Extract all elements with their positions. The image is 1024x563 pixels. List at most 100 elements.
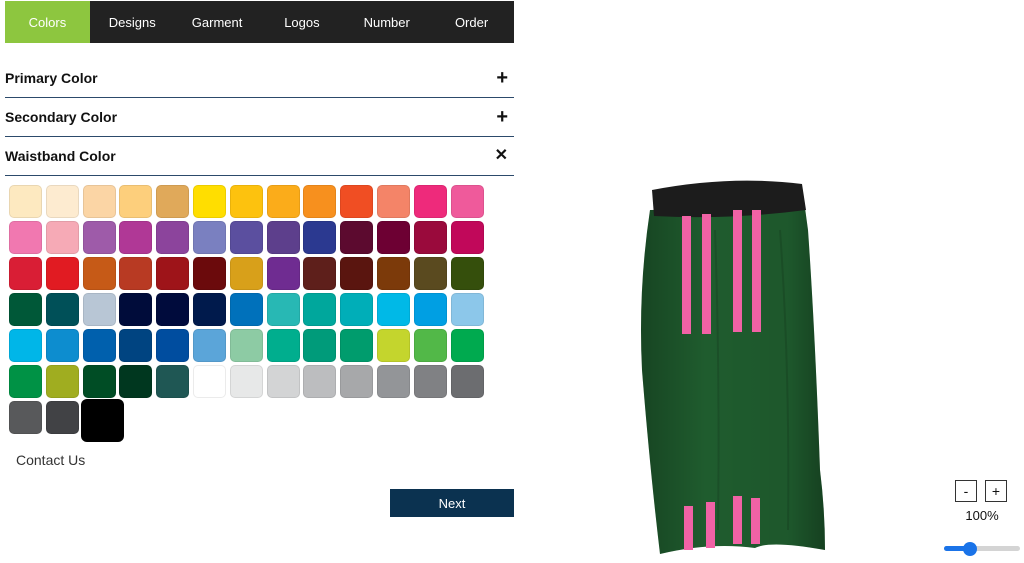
color-swatch[interactable] [45,293,79,326]
color-swatch[interactable] [45,401,79,434]
color-swatch[interactable] [340,365,374,398]
color-swatch[interactable] [82,329,116,362]
color-swatch[interactable] [45,221,79,254]
color-swatch[interactable] [9,257,42,290]
color-swatch[interactable] [229,329,263,362]
color-swatch[interactable] [156,221,190,254]
color-swatch[interactable] [9,365,42,398]
tab-order[interactable]: Order [429,1,514,43]
color-swatch[interactable] [266,329,300,362]
color-swatch[interactable] [193,293,226,326]
color-swatch[interactable] [377,221,410,254]
zoom-slider[interactable] [944,542,1020,556]
color-swatch[interactable] [156,185,190,218]
color-swatch[interactable] [45,329,79,362]
color-swatch[interactable] [119,365,153,398]
color-swatch[interactable] [80,399,124,442]
close-icon[interactable]: ✕ [495,148,514,164]
waistband-color-header[interactable]: Waistband Color ✕ [5,137,514,176]
color-swatch[interactable] [266,365,300,398]
color-swatch[interactable] [82,365,116,398]
color-swatch[interactable] [156,293,190,326]
tab-logos[interactable]: Logos [259,1,344,43]
color-swatch[interactable] [266,185,300,218]
tab-designs[interactable]: Designs [90,1,175,43]
primary-color-header[interactable]: Primary Color + [5,59,514,98]
color-swatch[interactable] [229,185,263,218]
color-swatch[interactable] [266,221,300,254]
color-swatch[interactable] [193,365,226,398]
color-swatch[interactable] [340,257,374,290]
color-swatch[interactable] [413,293,447,326]
color-swatch[interactable] [450,221,484,254]
tab-colors[interactable]: Colors [5,1,90,43]
color-swatch[interactable] [303,185,337,218]
color-swatch[interactable] [340,293,374,326]
color-swatch[interactable] [229,257,263,290]
color-swatch[interactable] [229,293,263,326]
color-swatch[interactable] [303,365,337,398]
color-swatch[interactable] [9,221,42,254]
color-swatch[interactable] [450,293,484,326]
color-swatch[interactable] [82,221,116,254]
color-swatch[interactable] [450,365,484,398]
plus-icon[interactable]: + [496,107,514,127]
color-swatch[interactable] [413,221,447,254]
color-swatch[interactable] [450,257,484,290]
color-swatch[interactable] [9,401,42,434]
zoom-out-button[interactable]: - [955,480,977,502]
contact-us-link[interactable]: Contact Us [16,452,85,468]
color-swatch[interactable] [45,365,79,398]
color-swatch[interactable] [45,257,79,290]
color-swatch[interactable] [9,185,42,218]
color-swatch[interactable] [119,185,153,218]
color-swatch[interactable] [413,329,447,362]
color-swatch[interactable] [119,293,153,326]
color-swatch[interactable] [82,257,116,290]
color-swatch[interactable] [119,257,153,290]
zoom-slider-handle[interactable] [962,542,977,556]
tab-number[interactable]: Number [344,1,429,43]
color-swatch[interactable] [340,329,374,362]
color-swatch[interactable] [377,185,410,218]
color-swatch[interactable] [377,329,410,362]
color-swatch[interactable] [340,185,374,218]
next-button[interactable]: Next [390,489,514,517]
color-swatch[interactable] [229,365,263,398]
color-swatch[interactable] [9,329,42,362]
tab-garment[interactable]: Garment [175,1,260,43]
color-swatch[interactable] [303,221,337,254]
color-swatch[interactable] [82,293,116,326]
color-swatch[interactable] [303,329,337,362]
color-swatch[interactable] [303,257,337,290]
color-swatch[interactable] [413,365,447,398]
color-swatch[interactable] [193,221,226,254]
color-swatch[interactable] [266,257,300,290]
color-swatch[interactable] [193,257,226,290]
color-swatch[interactable] [377,365,410,398]
color-swatch[interactable] [193,329,226,362]
secondary-color-header[interactable]: Secondary Color + [5,98,514,137]
color-swatch[interactable] [413,185,447,218]
color-swatch[interactable] [119,329,153,362]
color-swatch[interactable] [340,221,374,254]
color-swatch[interactable] [9,293,42,326]
color-swatch[interactable] [450,329,484,362]
color-swatch[interactable] [377,293,410,326]
color-swatch[interactable] [45,185,79,218]
color-swatch[interactable] [156,329,190,362]
color-swatch[interactable] [82,185,116,218]
color-swatch[interactable] [266,293,300,326]
zoom-percent: 100% [965,508,999,523]
color-swatch[interactable] [413,257,447,290]
plus-icon[interactable]: + [496,68,514,88]
color-swatch[interactable] [193,185,226,218]
color-swatch[interactable] [156,365,190,398]
color-swatch[interactable] [119,221,153,254]
color-swatch[interactable] [156,257,190,290]
color-swatch[interactable] [450,185,484,218]
color-swatch[interactable] [377,257,410,290]
color-swatch[interactable] [303,293,337,326]
color-swatch[interactable] [229,221,263,254]
zoom-in-button[interactable]: + [985,480,1007,502]
